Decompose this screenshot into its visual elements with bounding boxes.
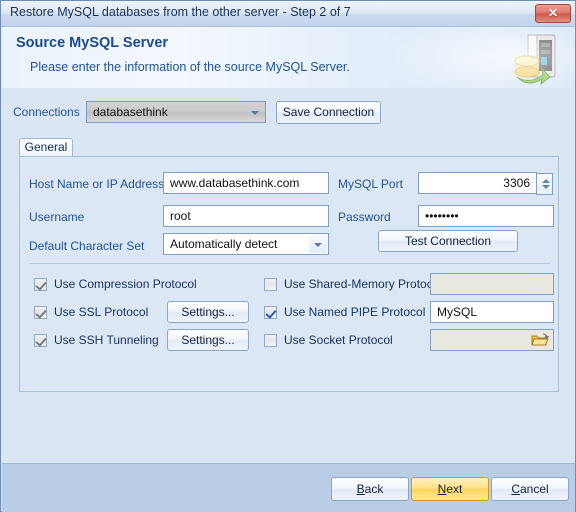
username-label: Username: [29, 210, 85, 224]
page-subtitle: Please enter the information of the sour…: [30, 60, 350, 74]
folder-open-icon[interactable]: [531, 333, 549, 348]
port-value: 3306: [503, 176, 530, 190]
chevron-down-icon[interactable]: [246, 103, 264, 121]
connections-combobox[interactable]: databasethink: [86, 101, 266, 123]
checkbox-use-ssh-tunneling[interactable]: [34, 334, 47, 347]
cancel-button[interactable]: Cancel: [491, 477, 569, 501]
wizard-window: Restore MySQL databases from the other s…: [0, 0, 576, 512]
username-value: root: [170, 209, 191, 223]
checkbox-use-socket-protocol[interactable]: [264, 334, 277, 347]
label-use-named-pipe-protocol: Use Named PIPE Protocol: [284, 305, 426, 319]
checkbox-use-named-pipe-protocol[interactable]: [264, 306, 277, 319]
next-label-rest: ext: [446, 482, 463, 496]
socket-input[interactable]: [430, 329, 554, 351]
title-bar: Restore MySQL databases from the other s…: [1, 1, 575, 27]
back-mnemonic: B: [356, 482, 365, 496]
charset-value: Automatically detect: [170, 237, 278, 251]
back-label-rest: ack: [364, 482, 384, 496]
port-stepper[interactable]: [536, 173, 553, 195]
label-use-shared-memory-protocol: Use Shared-Memory Protocol: [284, 277, 443, 291]
cancel-label-rest: ancel: [519, 482, 549, 496]
next-button[interactable]: Next: [411, 477, 489, 501]
ssh-settings-button[interactable]: Settings...: [167, 329, 249, 351]
shared-memory-input[interactable]: [430, 273, 554, 295]
tab-general[interactable]: General: [19, 138, 73, 157]
cancel-mnemonic: C: [511, 482, 520, 496]
password-label: Password: [338, 210, 391, 224]
checkbox-use-ssl-protocol[interactable]: [34, 306, 47, 319]
connections-value: databasethink: [93, 105, 168, 119]
username-input[interactable]: root: [163, 205, 329, 227]
password-input[interactable]: ••••••••: [418, 205, 554, 227]
port-input[interactable]: 3306: [418, 172, 553, 195]
port-label: MySQL Port: [338, 177, 403, 191]
page-title: Source MySQL Server: [16, 35, 169, 51]
password-value: ••••••••: [425, 209, 459, 223]
charset-combobox[interactable]: Automatically detect: [163, 233, 329, 255]
ssl-settings-button[interactable]: Settings...: [167, 301, 249, 323]
host-label: Host Name or IP Address: [29, 177, 165, 191]
checkbox-use-shared-memory-protocol[interactable]: [264, 278, 277, 291]
connections-label: Connections: [13, 105, 80, 119]
options-divider: [29, 263, 551, 264]
back-button[interactable]: Back: [331, 477, 409, 501]
close-icon[interactable]: ✕: [535, 4, 571, 23]
dialog-footer: [2, 463, 575, 512]
window-title: Restore MySQL databases from the other s…: [10, 5, 351, 19]
host-value: www.databasethink.com: [170, 176, 300, 190]
label-use-ssl-protocol: Use SSL Protocol: [54, 305, 149, 319]
checkbox-use-compression-protocol[interactable]: [34, 278, 47, 291]
save-connection-button[interactable]: Save Connection: [276, 101, 381, 124]
chevron-down-icon[interactable]: [309, 235, 327, 253]
label-use-socket-protocol: Use Socket Protocol: [284, 333, 393, 347]
label-use-compression-protocol: Use Compression Protocol: [54, 277, 197, 291]
charset-label: Default Character Set: [29, 239, 145, 253]
header-banner: Source MySQL Server Please enter the inf…: [2, 27, 575, 89]
named-pipe-input[interactable]: MySQL: [430, 301, 554, 323]
host-input[interactable]: www.databasethink.com: [163, 172, 329, 194]
named-pipe-value: MySQL: [437, 305, 478, 319]
test-connection-button[interactable]: Test Connection: [378, 230, 518, 252]
database-server-restore-icon: [514, 34, 556, 85]
label-use-ssh-tunneling: Use SSH Tunneling: [54, 333, 159, 347]
